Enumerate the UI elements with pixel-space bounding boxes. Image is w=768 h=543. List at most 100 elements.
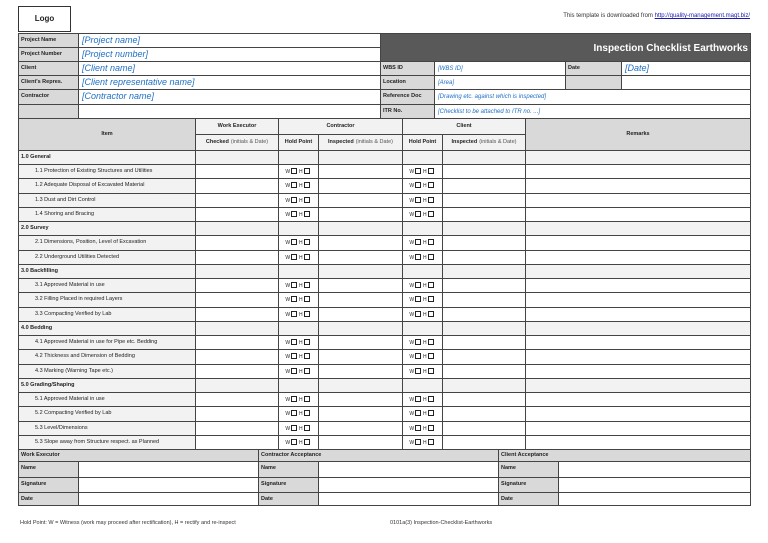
work-executor-checked-cell[interactable] bbox=[195, 421, 279, 436]
client-inspected-cell[interactable] bbox=[442, 207, 526, 222]
client-hold-checkbox[interactable] bbox=[427, 239, 434, 245]
client-hold-checkbox[interactable] bbox=[427, 211, 434, 217]
client-inspected-cell[interactable] bbox=[442, 164, 526, 179]
client-witness-checkbox[interactable] bbox=[415, 197, 422, 203]
contractor-hold-checkbox[interactable] bbox=[303, 254, 310, 260]
work-executor-checked-cell[interactable] bbox=[195, 349, 279, 365]
remarks-cell[interactable] bbox=[525, 307, 751, 322]
client-inspected-cell[interactable] bbox=[442, 178, 526, 194]
client-hold-checkbox[interactable] bbox=[427, 368, 434, 374]
date-input[interactable]: [Date] bbox=[621, 61, 751, 76]
client-inspected-cell[interactable] bbox=[442, 193, 526, 208]
remarks-cell[interactable] bbox=[525, 421, 751, 436]
client-inspected-cell[interactable] bbox=[442, 335, 526, 350]
contractor-witness-checkbox[interactable] bbox=[291, 439, 298, 445]
work-executor-date-input[interactable] bbox=[78, 492, 259, 506]
work-executor-checked-cell[interactable] bbox=[195, 292, 279, 308]
contractor-inspected-cell[interactable] bbox=[318, 406, 403, 422]
work-executor-checked-cell[interactable] bbox=[195, 392, 279, 407]
client-witness-checkbox[interactable] bbox=[415, 439, 422, 445]
client-inspected-cell[interactable] bbox=[442, 250, 526, 265]
client-hold-checkbox[interactable] bbox=[427, 410, 434, 416]
contractor-hold-checkbox[interactable] bbox=[303, 182, 310, 188]
client-witness-checkbox[interactable] bbox=[415, 282, 422, 288]
remarks-cell[interactable] bbox=[525, 364, 751, 379]
contractor-witness-checkbox[interactable] bbox=[291, 182, 298, 188]
contractor-witness-checkbox[interactable] bbox=[291, 197, 298, 203]
client-witness-checkbox[interactable] bbox=[415, 353, 422, 359]
client-hold-checkbox[interactable] bbox=[427, 353, 434, 359]
client-name-input[interactable] bbox=[558, 461, 751, 478]
contractor-witness-checkbox[interactable] bbox=[291, 368, 298, 374]
remarks-cell[interactable] bbox=[525, 335, 751, 350]
contractor-inspected-cell[interactable] bbox=[318, 235, 403, 251]
remarks-cell[interactable] bbox=[525, 292, 751, 308]
contractor-hold-checkbox[interactable] bbox=[303, 353, 310, 359]
client-inspected-cell[interactable] bbox=[442, 292, 526, 308]
work-executor-checked-cell[interactable] bbox=[195, 307, 279, 322]
client-signature-input[interactable] bbox=[558, 477, 751, 493]
client-date-input[interactable] bbox=[558, 492, 751, 506]
client-witness-checkbox[interactable] bbox=[415, 311, 422, 317]
client-inspected-cell[interactable] bbox=[442, 421, 526, 436]
remarks-cell[interactable] bbox=[525, 207, 751, 222]
contractor-hold-checkbox[interactable] bbox=[303, 282, 310, 288]
contractor-hold-checkbox[interactable] bbox=[303, 211, 310, 217]
client-witness-checkbox[interactable] bbox=[415, 168, 422, 174]
client-hold-checkbox[interactable] bbox=[427, 339, 434, 345]
contractor-hold-checkbox[interactable] bbox=[303, 396, 310, 402]
contractor-inspected-cell[interactable] bbox=[318, 164, 403, 179]
contractor-inspected-cell[interactable] bbox=[318, 307, 403, 322]
work-executor-name-input[interactable] bbox=[78, 461, 259, 478]
contractor-hold-checkbox[interactable] bbox=[303, 410, 310, 416]
contractor-witness-checkbox[interactable] bbox=[291, 425, 298, 431]
client-inspected-cell[interactable] bbox=[442, 406, 526, 422]
work-executor-checked-cell[interactable] bbox=[195, 164, 279, 179]
work-executor-checked-cell[interactable] bbox=[195, 250, 279, 265]
location-input[interactable]: [Area] bbox=[434, 75, 566, 90]
contractor-name-input[interactable] bbox=[318, 461, 499, 478]
client-witness-checkbox[interactable] bbox=[415, 211, 422, 217]
client-witness-checkbox[interactable] bbox=[415, 368, 422, 374]
remarks-cell[interactable] bbox=[525, 164, 751, 179]
client-hold-checkbox[interactable] bbox=[427, 425, 434, 431]
contractor-witness-checkbox[interactable] bbox=[291, 296, 298, 302]
client-witness-checkbox[interactable] bbox=[415, 182, 422, 188]
client-inspected-cell[interactable] bbox=[442, 435, 526, 450]
contractor-hold-checkbox[interactable] bbox=[303, 296, 310, 302]
wbs-id-input[interactable]: [WBS ID] bbox=[434, 61, 566, 76]
remarks-cell[interactable] bbox=[525, 349, 751, 365]
remarks-cell[interactable] bbox=[525, 178, 751, 194]
contractor-inspected-cell[interactable] bbox=[318, 392, 403, 407]
contractor-inspected-cell[interactable] bbox=[318, 335, 403, 350]
client-hold-checkbox[interactable] bbox=[427, 282, 434, 288]
client-witness-checkbox[interactable] bbox=[415, 410, 422, 416]
work-executor-checked-cell[interactable] bbox=[195, 278, 279, 293]
blank-input[interactable] bbox=[621, 75, 751, 90]
remarks-cell[interactable] bbox=[525, 392, 751, 407]
contractor-inspected-cell[interactable] bbox=[318, 364, 403, 379]
contractor-witness-checkbox[interactable] bbox=[291, 254, 298, 260]
contractor-witness-checkbox[interactable] bbox=[291, 339, 298, 345]
client-hold-checkbox[interactable] bbox=[427, 197, 434, 203]
work-executor-signature-input[interactable] bbox=[78, 477, 259, 493]
reference-doc-input[interactable]: [Drawing etc. against which is inspected… bbox=[434, 89, 751, 105]
contractor-witness-checkbox[interactable] bbox=[291, 239, 298, 245]
contractor-inspected-cell[interactable] bbox=[318, 207, 403, 222]
project-field-input[interactable]: [Contractor name] bbox=[78, 89, 381, 105]
project-field-input[interactable]: [Project name] bbox=[78, 33, 381, 48]
work-executor-checked-cell[interactable] bbox=[195, 207, 279, 222]
contractor-hold-checkbox[interactable] bbox=[303, 425, 310, 431]
client-hold-checkbox[interactable] bbox=[427, 439, 434, 445]
contractor-hold-checkbox[interactable] bbox=[303, 439, 310, 445]
itr-no-input[interactable]: [Checklist to be attached to ITR no. ...… bbox=[434, 104, 751, 119]
contractor-inspected-cell[interactable] bbox=[318, 250, 403, 265]
contractor-hold-checkbox[interactable] bbox=[303, 239, 310, 245]
work-executor-checked-cell[interactable] bbox=[195, 435, 279, 450]
contractor-inspected-cell[interactable] bbox=[318, 278, 403, 293]
client-inspected-cell[interactable] bbox=[442, 392, 526, 407]
client-hold-checkbox[interactable] bbox=[427, 254, 434, 260]
contractor-witness-checkbox[interactable] bbox=[291, 311, 298, 317]
client-hold-checkbox[interactable] bbox=[427, 168, 434, 174]
remarks-cell[interactable] bbox=[525, 193, 751, 208]
